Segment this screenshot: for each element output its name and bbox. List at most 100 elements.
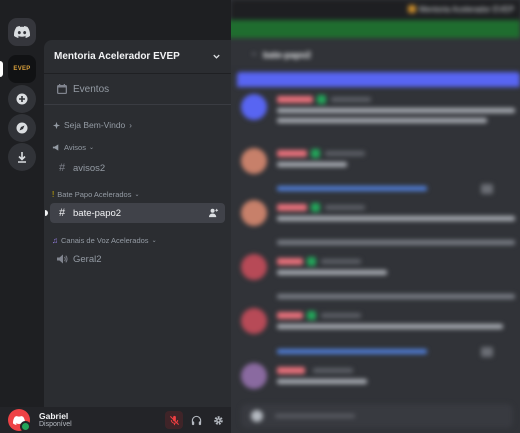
window-titlebar: Mentoria Acelerador EVEP bbox=[231, 0, 520, 20]
rules-icon bbox=[52, 121, 61, 129]
download-apps-button[interactable] bbox=[8, 143, 36, 171]
timestamp-bar bbox=[313, 368, 353, 373]
window-title: Mentoria Acelerador EVEP bbox=[419, 5, 515, 14]
role-badge bbox=[317, 95, 326, 104]
timestamp-bar bbox=[321, 313, 361, 318]
category-avisos-label: Avisos bbox=[64, 143, 86, 152]
channel-avisos2-label: avisos2 bbox=[73, 162, 106, 174]
server-logo-text: EVEP bbox=[13, 66, 31, 72]
attachment-icon bbox=[481, 184, 493, 194]
hashtag-icon: # bbox=[58, 162, 66, 174]
avatar bbox=[241, 363, 267, 389]
role-badge bbox=[307, 257, 316, 266]
message-text-bar bbox=[277, 270, 387, 275]
mute-button[interactable] bbox=[165, 411, 183, 429]
message-text-bar bbox=[277, 324, 503, 329]
discord-logo-icon bbox=[14, 26, 30, 38]
chevron-down-icon: ⌄ bbox=[88, 145, 94, 151]
user-panel: Gabriel Disponível bbox=[0, 407, 231, 433]
user-info[interactable]: Gabriel Disponível bbox=[39, 411, 165, 429]
message-text-bar bbox=[277, 162, 347, 167]
channel-avisos2[interactable]: # avisos2 bbox=[50, 158, 225, 178]
user-settings-button[interactable] bbox=[209, 411, 227, 429]
author-name-bar bbox=[277, 204, 307, 211]
events-item[interactable]: Eventos bbox=[50, 79, 225, 99]
guild-name: Mentoria Acelerador EVEP bbox=[54, 51, 180, 62]
timestamp-bar bbox=[325, 151, 365, 156]
deafen-button[interactable] bbox=[187, 411, 205, 429]
channel-header-name: bate-papo2 bbox=[263, 50, 312, 60]
username: Gabriel bbox=[39, 411, 69, 421]
explore-icon bbox=[16, 122, 28, 134]
message-text-bar bbox=[277, 379, 367, 384]
chevron-down-icon: ⌄ bbox=[134, 192, 140, 198]
announcement-icon bbox=[52, 144, 59, 151]
message-input[interactable] bbox=[241, 404, 513, 428]
avatar bbox=[241, 200, 267, 226]
category-avisos[interactable]: Avisos ⌄ bbox=[52, 143, 94, 152]
author-name-bar bbox=[277, 258, 303, 265]
exclamation-icon: ! bbox=[52, 190, 55, 199]
add-server-icon bbox=[16, 93, 28, 105]
microphone-muted-icon bbox=[169, 415, 179, 425]
channel-geral2[interactable]: Geral2 bbox=[50, 249, 225, 269]
add-server-button[interactable] bbox=[8, 85, 36, 113]
selected-server-indicator bbox=[0, 61, 3, 77]
explore-servers-button[interactable] bbox=[8, 114, 36, 142]
avatar[interactable] bbox=[8, 409, 31, 432]
role-badge bbox=[311, 203, 320, 212]
attachment-icon bbox=[481, 347, 493, 357]
channel-bate-papo2-label: bate-papo2 bbox=[73, 207, 122, 219]
category-batepapo-label: Bate Papo Acelerados bbox=[57, 190, 132, 199]
channel-geral2-label: Geral2 bbox=[73, 253, 102, 265]
add-attachment-icon[interactable] bbox=[251, 410, 263, 422]
channel-header: ⌁ bate-papo2 bbox=[231, 40, 520, 72]
new-messages-bar[interactable] bbox=[237, 72, 520, 87]
avatar bbox=[241, 94, 267, 120]
divider bbox=[44, 104, 231, 105]
discord-home-button[interactable] bbox=[8, 18, 36, 46]
notice-banner bbox=[231, 20, 520, 38]
add-member-icon[interactable] bbox=[208, 208, 219, 218]
headphones-icon bbox=[191, 415, 201, 425]
category-voice[interactable]: ♫ Canais de Voz Acelerados ⌄ bbox=[52, 236, 157, 245]
reply-preview-bar bbox=[277, 186, 427, 191]
avatar bbox=[241, 254, 267, 280]
channel-bate-papo2[interactable]: # bate-papo2 bbox=[50, 203, 225, 223]
avatar bbox=[241, 308, 267, 334]
timestamp-bar bbox=[321, 259, 361, 264]
music-note-icon: ♫ bbox=[52, 236, 58, 245]
gear-icon bbox=[213, 415, 223, 425]
category-batepapo[interactable]: ! Bate Papo Acelerados ⌄ bbox=[52, 190, 140, 199]
server-mini-icon bbox=[408, 5, 416, 13]
timestamp-bar bbox=[325, 205, 365, 210]
discord-logo-icon bbox=[13, 415, 25, 425]
category-welcome-label: Seja Bem-Vindo bbox=[64, 120, 126, 130]
message-text-bar bbox=[277, 118, 487, 123]
channel-sidebar: Mentoria Acelerador EVEP Eventos Seja Be… bbox=[44, 40, 231, 433]
timestamp-bar bbox=[331, 97, 371, 102]
chevron-down-icon: ⌄ bbox=[151, 238, 157, 244]
chat-blurred-content: Mentoria Acelerador EVEP ⌁ bate-papo2 bbox=[231, 0, 520, 433]
hashtag-icon: # bbox=[58, 207, 66, 219]
author-name-bar bbox=[277, 96, 313, 103]
guild-header[interactable]: Mentoria Acelerador EVEP bbox=[44, 40, 231, 74]
server-evep-button[interactable]: EVEP bbox=[8, 55, 36, 83]
chevron-right-icon: › bbox=[129, 120, 132, 130]
message-text-bar bbox=[277, 108, 515, 113]
chevron-down-icon bbox=[213, 54, 220, 59]
author-name-bar bbox=[277, 312, 303, 319]
calendar-icon bbox=[57, 84, 67, 94]
download-icon bbox=[18, 152, 26, 163]
discord-window: EVEP Mentoria Acelerador EVEP Eventos Se… bbox=[0, 0, 520, 433]
category-voice-label: Canais de Voz Acelerados bbox=[61, 236, 149, 245]
reply-preview-bar bbox=[277, 349, 427, 354]
server-rail: EVEP bbox=[0, 0, 44, 433]
reply-preview-bar bbox=[277, 240, 515, 245]
role-badge bbox=[311, 149, 320, 158]
role-badge bbox=[307, 311, 316, 320]
author-name-bar bbox=[277, 150, 307, 157]
speaker-icon bbox=[57, 254, 68, 264]
events-label: Eventos bbox=[73, 83, 110, 95]
category-welcome[interactable]: Seja Bem-Vindo › bbox=[52, 120, 132, 130]
